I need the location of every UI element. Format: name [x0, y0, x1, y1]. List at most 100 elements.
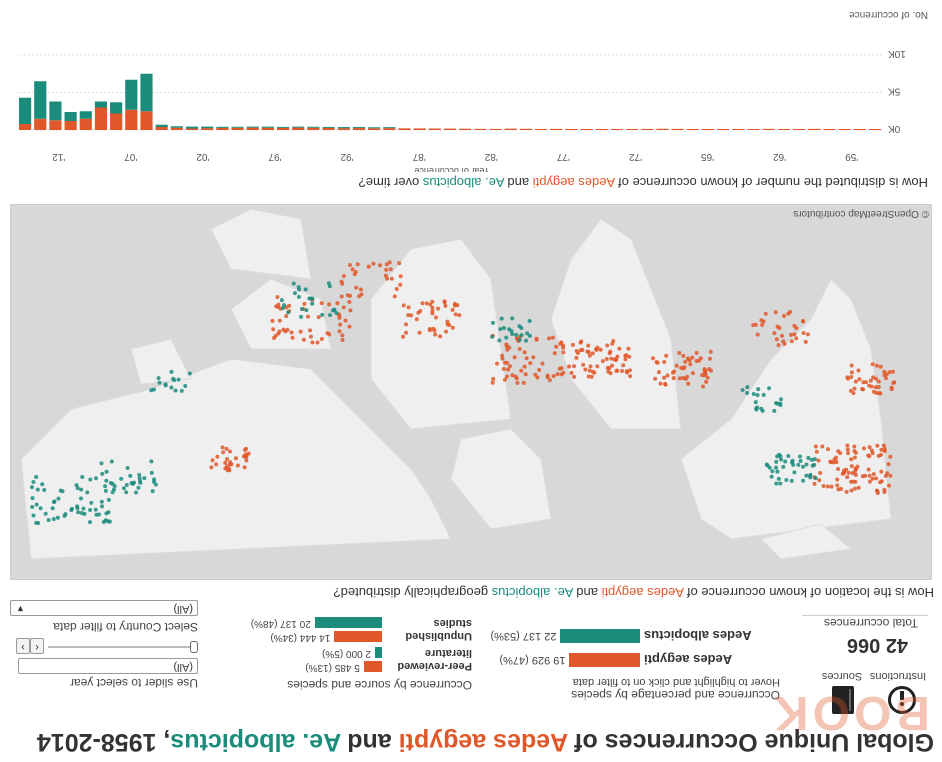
bar-aegypti[interactable] [519, 128, 532, 130]
occurrence-dot[interactable] [335, 301, 340, 306]
occurrence-dot[interactable] [531, 355, 536, 360]
occurrence-dot[interactable] [798, 458, 803, 463]
bar-aegypti[interactable] [110, 113, 123, 131]
occurrence-dot[interactable] [546, 336, 551, 341]
occurrence-dot[interactable] [436, 306, 441, 311]
occurrence-dot[interactable] [685, 356, 690, 361]
occurrence-dot[interactable] [883, 473, 888, 478]
occurrence-dot[interactable] [384, 262, 389, 267]
occurrence-dot[interactable] [438, 334, 443, 339]
occurrence-dot[interactable] [507, 327, 512, 332]
occurrence-dot[interactable] [404, 330, 409, 335]
occurrence-dot[interactable] [187, 371, 192, 376]
bar-aegypti[interactable] [671, 128, 684, 130]
bar-aegypti[interactable] [565, 129, 578, 130]
occurrence-dot[interactable] [109, 459, 114, 464]
occurrence-dot[interactable] [574, 349, 579, 354]
occurrence-dot[interactable] [316, 315, 321, 320]
occurrence-dot[interactable] [50, 506, 55, 511]
bar-albopictus[interactable] [19, 97, 32, 124]
occurrence-dot[interactable] [866, 467, 871, 472]
occurrence-dot[interactable] [604, 356, 609, 361]
occurrence-dot[interactable] [414, 317, 419, 322]
occurrence-dot[interactable] [888, 454, 893, 459]
occurrence-dot[interactable] [490, 320, 495, 325]
bar-aegypti[interactable] [276, 127, 290, 130]
occurrence-dot[interactable] [523, 372, 528, 377]
bar-aegypti[interactable] [185, 128, 199, 131]
occurrence-dot[interactable] [431, 326, 436, 331]
occurrence-dot[interactable] [355, 262, 360, 267]
occurrence-dot[interactable] [594, 347, 599, 352]
occurrence-dot[interactable] [80, 475, 85, 480]
occurrence-dot[interactable] [75, 486, 80, 491]
occurrence-dot[interactable] [291, 281, 296, 286]
species-bar[interactable] [560, 629, 640, 643]
occurrence-dot[interactable] [781, 339, 786, 344]
occurrence-dot[interactable] [600, 359, 605, 364]
bar-aegypti[interactable] [686, 129, 699, 130]
occurrence-dot[interactable] [781, 464, 786, 469]
occurrence-dot[interactable] [43, 511, 48, 516]
occurrence-dot[interactable] [156, 376, 161, 381]
occurrence-dot[interactable] [55, 515, 60, 520]
occurrence-dot[interactable] [501, 366, 506, 371]
bar-aegypti[interactable] [201, 128, 214, 130]
bar-albopictus[interactable] [49, 101, 62, 121]
occurrence-dot[interactable] [347, 299, 352, 304]
occurrence-dot[interactable] [624, 353, 629, 358]
occurrence-dot[interactable] [794, 326, 799, 331]
occurrence-dot[interactable] [272, 335, 277, 340]
occurrence-dot[interactable] [306, 314, 311, 319]
occurrence-dot[interactable] [870, 362, 875, 367]
occurrence-dot[interactable] [277, 318, 282, 323]
occurrence-dot[interactable] [528, 361, 533, 366]
occurrence-dot[interactable] [662, 360, 667, 365]
occurrence-dot[interactable] [299, 314, 304, 319]
occurrence-dot[interactable] [524, 356, 529, 361]
bar-aegypti[interactable] [641, 128, 654, 130]
occurrence-dot[interactable] [688, 362, 693, 367]
occurrence-dot[interactable] [708, 349, 713, 354]
occurrence-dot[interactable] [685, 374, 690, 379]
occurrence-dot[interactable] [103, 484, 108, 489]
occurrence-dot[interactable] [826, 447, 831, 452]
occurrence-dot[interactable] [788, 332, 793, 337]
occurrence-dot[interactable] [776, 343, 781, 348]
occurrence-dot[interactable] [777, 326, 782, 331]
occurrence-dot[interactable] [275, 295, 280, 300]
occurrence-dot[interactable] [40, 482, 45, 487]
bar-albopictus[interactable] [276, 126, 290, 128]
bar-aegypti[interactable] [443, 128, 457, 130]
occurrence-dot[interactable] [856, 485, 861, 490]
occurrence-dot[interactable] [860, 386, 865, 391]
bar-aegypti[interactable] [732, 128, 745, 130]
occurrence-dot[interactable] [707, 367, 712, 372]
bar-aegypti[interactable] [337, 128, 350, 130]
occurrence-dot[interactable] [519, 333, 524, 338]
occurrence-dot[interactable] [445, 319, 450, 324]
bar-aegypti[interactable] [626, 129, 639, 130]
occurrence-dot[interactable] [845, 443, 850, 448]
occurrence-dot[interactable] [221, 450, 226, 455]
occurrence-dot[interactable] [804, 473, 809, 478]
occurrence-dot[interactable] [745, 385, 750, 390]
occurrence-dot[interactable] [585, 349, 590, 354]
occurrence-dot[interactable] [34, 520, 39, 525]
bar-albopictus[interactable] [125, 79, 138, 110]
occurrence-dot[interactable] [397, 261, 402, 266]
occurrence-dot[interactable] [588, 364, 593, 369]
occurrence-dot[interactable] [844, 489, 849, 494]
occurrence-dot[interactable] [665, 373, 670, 378]
occurrence-dot[interactable] [515, 380, 520, 385]
occurrence-dot[interactable] [786, 453, 791, 458]
occurrence-dot[interactable] [89, 500, 94, 505]
occurrence-dot[interactable] [586, 343, 591, 348]
occurrence-dot[interactable] [552, 351, 557, 356]
occurrence-dot[interactable] [79, 487, 84, 492]
occurrence-dot[interactable] [510, 316, 515, 321]
occurrence-dot[interactable] [519, 325, 524, 330]
occurrence-dot[interactable] [805, 332, 810, 337]
occurrence-dot[interactable] [777, 452, 782, 457]
occurrence-dot[interactable] [882, 487, 887, 492]
